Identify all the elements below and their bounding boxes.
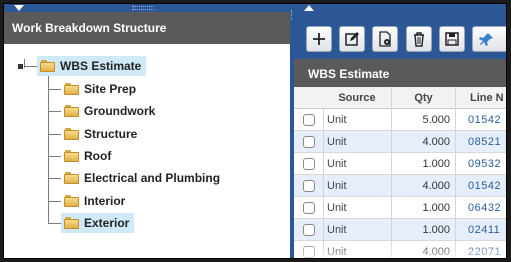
expander-icon[interactable] xyxy=(18,64,23,69)
tree-node-label: Exterior xyxy=(84,216,130,230)
tree-node-label: Roof xyxy=(84,149,112,163)
folder-icon xyxy=(40,60,55,72)
column-header-line-number[interactable]: Line N xyxy=(455,87,506,109)
drag-handle[interactable] xyxy=(132,6,154,10)
cell-line-number[interactable]: 01542 xyxy=(455,175,506,197)
row-checkbox[interactable] xyxy=(303,202,315,214)
edit-button[interactable] xyxy=(339,26,365,52)
tree-node-label: Electrical and Plumbing xyxy=(84,171,221,185)
folder-icon xyxy=(64,83,79,95)
folder-icon xyxy=(64,217,79,229)
save-button[interactable] xyxy=(439,26,465,52)
delete-button[interactable] xyxy=(406,26,432,52)
row-checkbox[interactable] xyxy=(303,246,315,258)
tree-node-label: Site Prep xyxy=(84,82,137,96)
cell-line-number[interactable]: 06432 xyxy=(455,197,506,219)
app-window: Work Breakdown Structure WBS Estimate Si… xyxy=(3,3,507,259)
tree-node-exterior[interactable]: Exterior xyxy=(61,213,135,233)
folder-icon xyxy=(64,105,79,117)
tree-node-structure[interactable]: Structure xyxy=(61,124,142,144)
pane-titlebar xyxy=(294,4,506,12)
document-button[interactable] xyxy=(372,26,398,52)
cell-qty: 4.000 xyxy=(391,131,455,153)
tree-node-label: Groundwork xyxy=(84,104,156,118)
table-row[interactable]: Unit 1.000 06432 xyxy=(294,197,506,219)
cell-line-number[interactable]: 02411 xyxy=(455,219,506,241)
column-header-qty[interactable]: Qty xyxy=(391,87,455,109)
pane-title: Work Breakdown Structure xyxy=(4,12,290,44)
save-icon xyxy=(445,32,459,46)
row-checkbox[interactable] xyxy=(303,158,315,170)
grid-header-row: Source Qty Line N xyxy=(294,87,506,109)
cell-source: Unit xyxy=(323,109,391,131)
tree-node-wbs-estimate[interactable]: WBS Estimate xyxy=(37,56,147,76)
column-header-source[interactable]: Source xyxy=(323,87,391,109)
folder-icon xyxy=(64,128,79,140)
folder-icon xyxy=(64,172,79,184)
cell-source: Unit xyxy=(323,131,391,153)
cell-source: Unit xyxy=(323,153,391,175)
cell-line-number[interactable]: 08521 xyxy=(455,131,506,153)
cell-qty: 4.000 xyxy=(391,175,455,197)
folder-icon xyxy=(64,150,79,162)
trash-icon xyxy=(414,32,424,47)
table-row[interactable]: Unit 4.000 22071 xyxy=(294,241,506,258)
cell-qty: 5.000 xyxy=(391,109,455,131)
cell-line-number[interactable]: 01542 xyxy=(455,109,506,131)
table-row[interactable]: Unit 5.000 01542 xyxy=(294,109,506,131)
pin-button[interactable] xyxy=(472,26,506,52)
plus-icon xyxy=(313,33,325,45)
table-row[interactable]: Unit 4.000 01542 xyxy=(294,175,506,197)
row-checkbox[interactable] xyxy=(303,136,315,148)
tree-node-groundwork[interactable]: Groundwork xyxy=(61,101,160,121)
wbs-pane: Work Breakdown Structure WBS Estimate Si… xyxy=(4,4,290,258)
document-gear-icon xyxy=(379,31,391,47)
edit-icon xyxy=(345,32,359,46)
table-row[interactable]: Unit 1.000 09532 xyxy=(294,153,506,175)
expand-icon[interactable] xyxy=(304,5,314,11)
wbs-tree: WBS Estimate Site Prep Groundwork Struct… xyxy=(4,44,290,258)
tree-node-site-prep[interactable]: Site Prep xyxy=(61,79,141,99)
tree-node-label: Interior xyxy=(84,194,126,208)
folder-icon xyxy=(64,195,79,207)
row-checkbox[interactable] xyxy=(303,224,315,236)
add-button[interactable] xyxy=(306,26,332,52)
cell-qty: 1.000 xyxy=(391,153,455,175)
tree-node-label: WBS Estimate xyxy=(60,59,142,73)
cell-qty: 4.000 xyxy=(391,241,455,258)
tree-node-label: Structure xyxy=(84,127,138,141)
collapse-icon[interactable] xyxy=(14,5,24,11)
cell-line-number[interactable]: 09532 xyxy=(455,153,506,175)
table-row[interactable]: Unit 4.000 08521 xyxy=(294,131,506,153)
toolbar xyxy=(294,12,506,59)
cell-source: Unit xyxy=(323,175,391,197)
cell-qty: 1.000 xyxy=(391,197,455,219)
tree-node-roof[interactable]: Roof xyxy=(61,146,116,166)
cell-source: Unit xyxy=(323,197,391,219)
cell-source: Unit xyxy=(323,241,391,258)
row-checkbox[interactable] xyxy=(303,114,315,126)
tree-node-electrical-and-plumbing[interactable]: Electrical and Plumbing xyxy=(61,168,225,188)
pin-icon xyxy=(478,33,493,46)
row-checkbox[interactable] xyxy=(303,180,315,192)
estimate-pane: WBS Estimate Source Qty Line N Unit 5.00… xyxy=(294,4,506,258)
pane-titlebar xyxy=(4,4,290,12)
cell-qty: 1.000 xyxy=(391,219,455,241)
table-row[interactable]: Unit 1.000 02411 xyxy=(294,219,506,241)
tree-node-interior[interactable]: Interior xyxy=(61,191,130,211)
grid-title: WBS Estimate xyxy=(294,59,506,87)
cell-source: Unit xyxy=(323,219,391,241)
cell-line-number[interactable]: 22071 xyxy=(455,241,506,258)
